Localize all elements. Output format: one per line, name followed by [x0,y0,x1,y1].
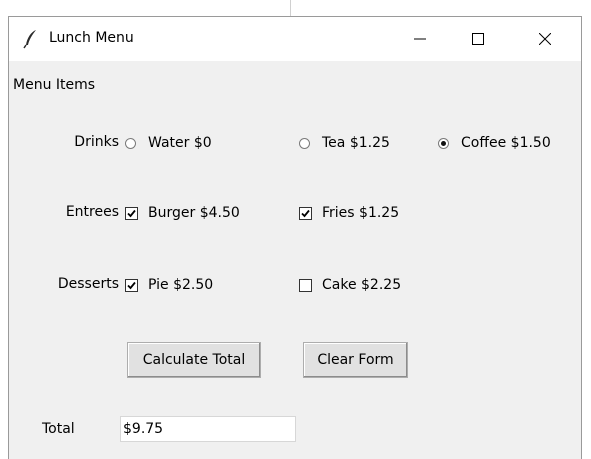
drink-option-coffee[interactable]: Coffee $1.50 [438,133,551,153]
total-field[interactable] [120,416,296,442]
tea-radio[interactable] [299,137,310,149]
minimize-button[interactable] [397,17,443,61]
total-label: Total [42,421,75,437]
checkmark-icon [301,209,310,217]
tea-label: Tea $1.25 [322,135,390,151]
cake-checkbox[interactable] [299,278,312,292]
entrees-label: Entrees [65,204,119,220]
maximize-icon [472,33,484,45]
drink-option-water[interactable]: Water $0 [125,133,212,153]
coffee-label: Coffee $1.50 [461,135,551,151]
pie-label: Pie $2.50 [148,277,214,293]
close-button[interactable] [522,17,568,61]
desserts-label: Desserts [57,276,119,292]
checkmark-icon [127,209,136,217]
calculate-total-button[interactable]: Calculate Total [127,342,261,378]
burger-checkbox[interactable] [125,206,138,220]
minimize-icon [414,38,426,40]
menu-items-heading: Menu Items [13,77,96,93]
checkmark-icon [127,281,136,289]
desktop-divider [290,0,291,16]
title-bar[interactable]: Lunch Menu [9,17,581,61]
dessert-option-cake[interactable]: Cake $2.25 [299,275,401,295]
window-title: Lunch Menu [49,30,134,46]
feather-icon [23,30,36,49]
clear-form-button[interactable]: Clear Form [303,342,408,378]
dessert-option-pie[interactable]: Pie $2.50 [125,275,213,295]
cake-label: Cake $2.25 [322,277,402,293]
fries-label: Fries $1.25 [322,205,400,221]
coffee-radio[interactable] [438,137,449,149]
drinks-label: Drinks [74,134,119,150]
drink-option-tea[interactable]: Tea $1.25 [299,133,390,153]
water-radio[interactable] [125,137,136,149]
burger-label: Burger $4.50 [148,205,240,221]
maximize-button[interactable] [455,17,501,61]
water-label: Water $0 [148,135,212,151]
entree-option-burger[interactable]: Burger $4.50 [125,203,240,223]
close-icon [539,33,551,45]
entree-option-fries[interactable]: Fries $1.25 [299,203,399,223]
pie-checkbox[interactable] [125,278,138,292]
fries-checkbox[interactable] [299,206,312,220]
lunch-menu-window: Lunch Menu Menu Items Drinks Water $0 Te… [8,16,582,459]
